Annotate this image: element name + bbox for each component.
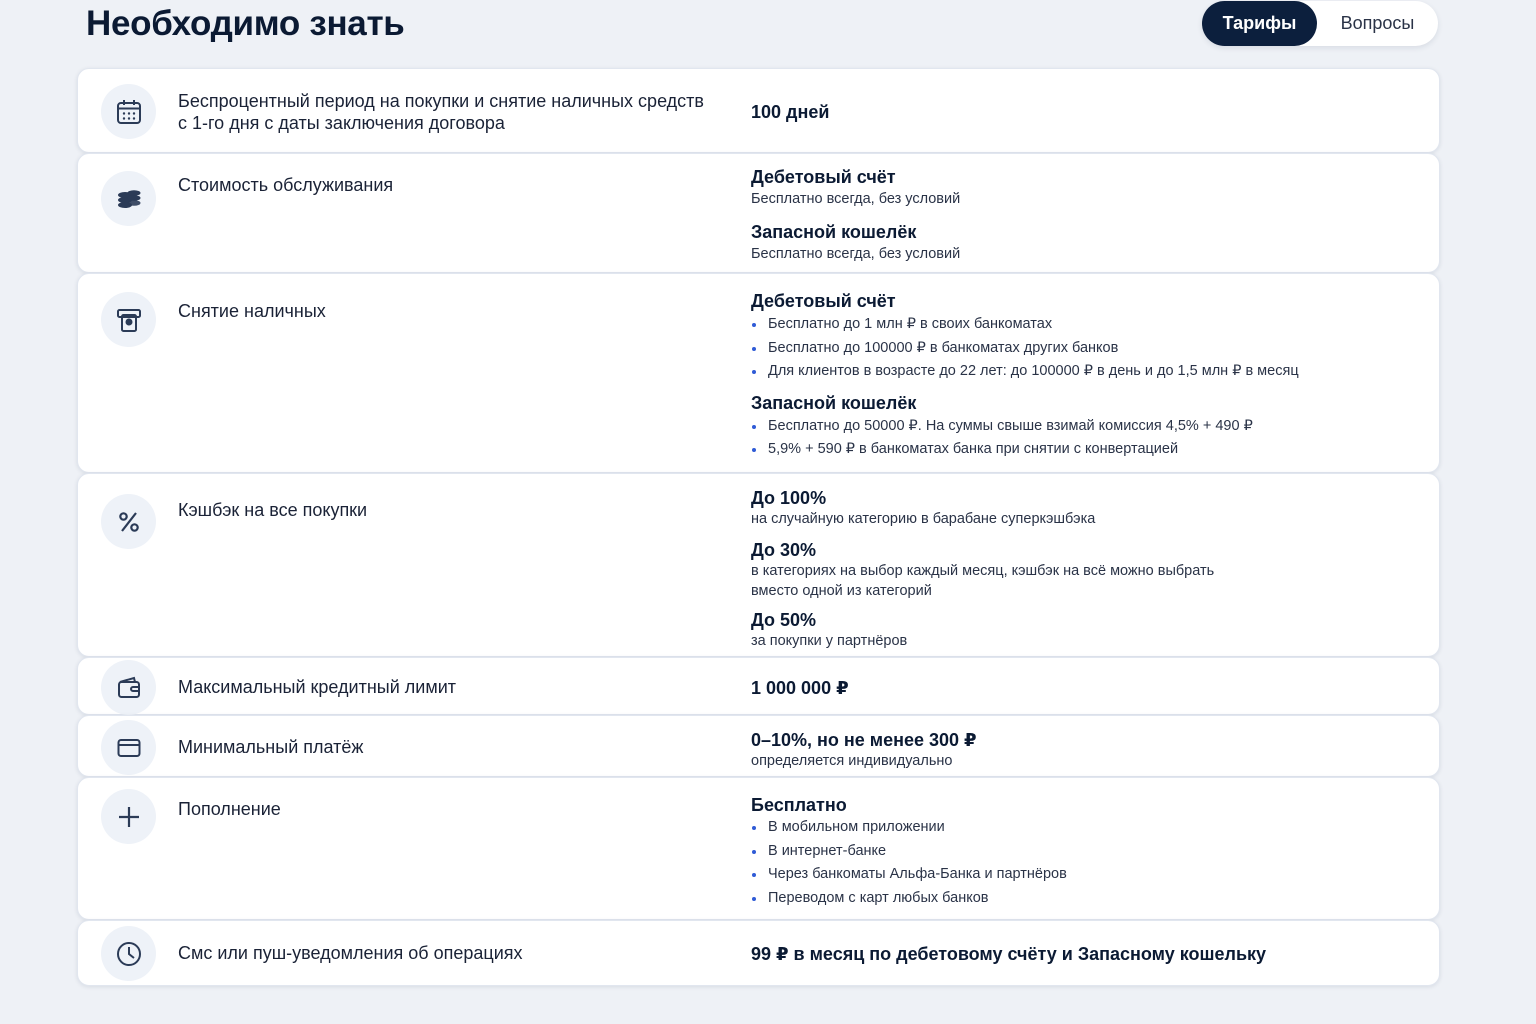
percent-icon: [101, 494, 156, 549]
row-value: 1 000 000 ₽: [751, 678, 849, 698]
group-text: за покупки у партнёров: [751, 633, 908, 649]
row-label: Стоимость обслуживания: [178, 175, 394, 195]
tab-questions[interactable]: Вопросы: [1317, 1, 1438, 46]
row-value: 99 ₽ в месяц по дебетовому счёту и Запас…: [751, 944, 1267, 964]
row-label: Максимальный кредитный лимит: [178, 677, 457, 697]
tab-switcher: Тарифы Вопросы: [1202, 1, 1438, 46]
row-service-cost: Стоимость обслуживания Дебетовый счёт Бе…: [77, 153, 1440, 273]
group-text: Бесплатно всегда, без условий: [751, 191, 961, 207]
list-item: В интернет-банке: [751, 840, 1411, 864]
calendar-icon: [101, 84, 156, 139]
group-title: До 30%: [751, 540, 817, 560]
row-interest-free-period: Беспроцентный период на покупки и снятие…: [77, 68, 1440, 153]
row-value: 0–10%, но не менее 300 ₽: [751, 730, 977, 750]
group-title: Дебетовый счёт: [751, 167, 896, 187]
row-top-up: Пополнение Бесплатно В мобильном приложе…: [77, 777, 1440, 920]
row-label: Снятие наличных: [178, 301, 326, 321]
group-text: на случайную категорию в барабане суперк…: [751, 511, 1096, 527]
row-minimum-payment: Минимальный платёж 0–10%, но не менее 30…: [77, 715, 1440, 777]
bullet-list: Бесплатно до 50000 ₽. На суммы свыше взи…: [751, 415, 1411, 462]
bullet-list: В мобильном приложении В интернет-банке …: [751, 816, 1411, 910]
row-value: 100 дней: [751, 102, 830, 122]
coins-icon: [101, 171, 156, 226]
list-item: Через банкоматы Альфа-Банка и партнёров: [751, 863, 1411, 887]
list-item: В мобильном приложении: [751, 816, 1411, 840]
list-item: Для клиентов в возрасте до 22 лет: до 10…: [751, 360, 1411, 384]
list-item: Переводом с карт любых банков: [751, 887, 1411, 911]
row-cash-withdrawal: Снятие наличных Дебетовый счёт Бесплатно…: [77, 273, 1440, 473]
row-cashback: Кэшбэк на все покупки До 100% на случайн…: [77, 473, 1440, 657]
bullet-list: Бесплатно до 1 млн ₽ в своих банкоматах …: [751, 313, 1411, 384]
group-title: Бесплатно: [751, 795, 847, 815]
card-icon: [101, 720, 156, 775]
list-item: Бесплатно до 1 млн ₽ в своих банкоматах: [751, 313, 1411, 337]
row-notifications: Смс или пуш-уведомления об операциях 99 …: [77, 920, 1440, 986]
row-label: Смс или пуш-уведомления об операциях: [178, 943, 523, 963]
list-item: Бесплатно до 50000 ₽. На суммы свыше взи…: [751, 415, 1411, 439]
group-text: Бесплатно всегда, без условий: [751, 246, 961, 262]
group-title: До 50%: [751, 610, 817, 630]
list-item: 5,9% + 590 ₽ в банкоматах банка при снят…: [751, 438, 1411, 462]
row-max-credit-limit: Максимальный кредитный лимит 1 000 000 ₽: [77, 657, 1440, 715]
row-label: Пополнение: [178, 799, 281, 819]
group-title: Запасной кошелёк: [751, 392, 917, 413]
list-item: Бесплатно до 100000 ₽ в банкоматах други…: [751, 337, 1411, 361]
row-label: Минимальный платёж: [178, 737, 364, 757]
row-label: Кэшбэк на все покупки: [178, 500, 368, 520]
group-title: Запасной кошелёк: [751, 222, 917, 242]
wallet-icon: [101, 660, 156, 715]
tab-tariffs[interactable]: Тарифы: [1202, 1, 1317, 46]
clock-icon: [101, 926, 156, 981]
plus-icon: [101, 789, 156, 844]
row-label: Беспроцентный период на покупки и снятие…: [178, 91, 704, 133]
atm-icon: [101, 292, 156, 347]
group-title: Дебетовый счёт: [751, 291, 896, 311]
page-title: Необходимо знать: [86, 4, 405, 43]
row-note: определяется индивидуально: [751, 753, 953, 769]
group-title: До 100%: [751, 488, 827, 508]
group-text: в категориях на выбор каждый месяц, кэшб…: [751, 563, 1215, 599]
